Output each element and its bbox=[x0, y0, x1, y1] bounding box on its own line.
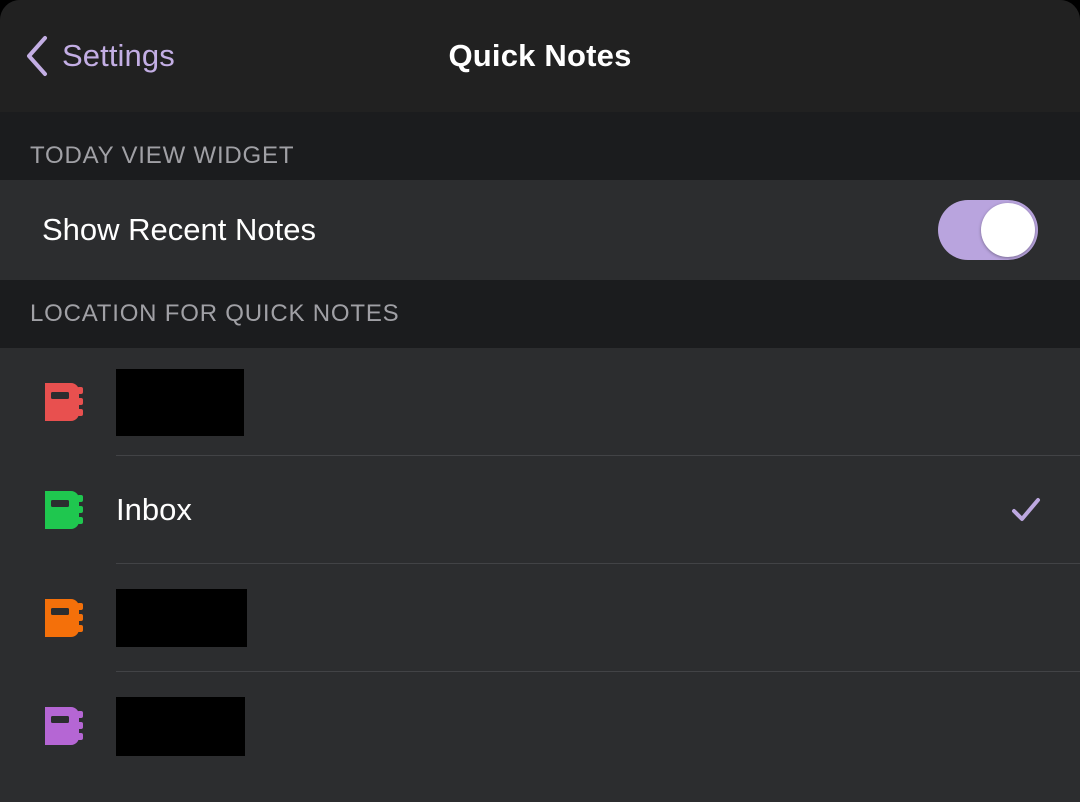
settings-screen: Settings Quick Notes TODAY VIEW WIDGET S… bbox=[0, 0, 1080, 802]
group-location-for-quick-notes: Inbox bbox=[0, 348, 1080, 780]
list-item-inbox[interactable]: Inbox bbox=[0, 456, 1080, 564]
back-button[interactable]: Settings bbox=[24, 0, 175, 112]
navigation-bar: Settings Quick Notes bbox=[0, 0, 1080, 112]
list-item[interactable] bbox=[0, 672, 1080, 780]
list-bottom-padding bbox=[0, 780, 1080, 802]
group-today-view-widget: Show Recent Notes bbox=[0, 180, 1080, 280]
toggle-knob bbox=[981, 203, 1035, 257]
row-show-recent-notes-label: Show Recent Notes bbox=[42, 212, 316, 247]
redacted-label bbox=[116, 368, 244, 436]
row-show-recent-notes[interactable]: Show Recent Notes bbox=[0, 180, 1080, 280]
checkmark-icon bbox=[1012, 498, 1040, 521]
redacted-label bbox=[116, 589, 247, 647]
redacted-label bbox=[116, 696, 245, 756]
back-button-label: Settings bbox=[62, 38, 175, 73]
list-item-label: Inbox bbox=[116, 492, 192, 527]
list-item[interactable] bbox=[0, 348, 1080, 456]
notebook-icon bbox=[45, 383, 83, 421]
notebook-icon bbox=[45, 707, 83, 745]
show-recent-notes-toggle[interactable] bbox=[938, 200, 1038, 260]
chevron-left-icon bbox=[27, 36, 47, 76]
notebook-icon bbox=[45, 599, 83, 637]
notebook-icon bbox=[45, 491, 83, 529]
section-header-location-for-quick-notes: LOCATION FOR QUICK NOTES bbox=[0, 280, 1080, 348]
section-header-today-view-widget: TODAY VIEW WIDGET bbox=[0, 112, 1080, 180]
list-item[interactable] bbox=[0, 564, 1080, 672]
